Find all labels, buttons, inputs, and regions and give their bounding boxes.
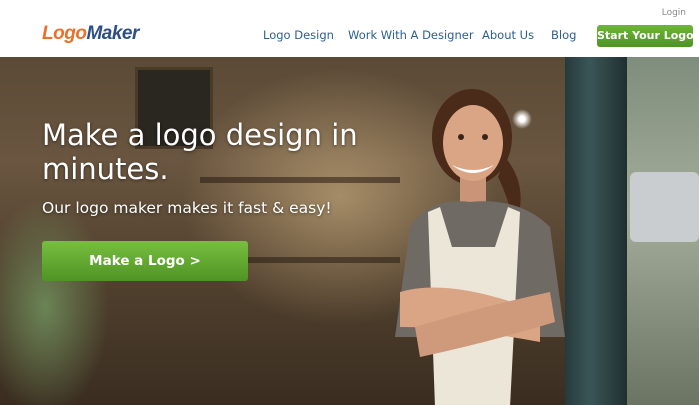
smiling-barista-photo bbox=[395, 89, 565, 405]
logomaker-logo[interactable]: LogoMaker bbox=[42, 23, 139, 45]
login-link[interactable]: Login bbox=[662, 8, 686, 18]
logo-part-logo: Logo bbox=[42, 23, 87, 44]
start-your-logo-button[interactable]: Start Your Logo bbox=[597, 25, 694, 47]
make-a-logo-button[interactable]: Make a Logo > bbox=[42, 241, 248, 281]
site-header: LogoMaker Login Logo Design Work With A … bbox=[0, 0, 699, 57]
logo-part-maker: Maker bbox=[86, 23, 139, 44]
hero-subheadline: Our logo maker makes it fast & easy! bbox=[42, 199, 332, 217]
hero-banner: Make a logo design in minutes. Our logo … bbox=[0, 57, 699, 405]
hero-headline: Make a logo design in minutes. bbox=[42, 118, 358, 186]
shop-door-frame bbox=[565, 57, 627, 405]
nav-logo-design[interactable]: Logo Design bbox=[263, 28, 334, 42]
nav-about-us[interactable]: About Us bbox=[482, 28, 534, 42]
nav-work-with-designer[interactable]: Work With A Designer bbox=[348, 28, 474, 42]
potted-plant bbox=[0, 197, 110, 405]
nav-blog[interactable]: Blog bbox=[551, 28, 576, 42]
espresso-machine bbox=[630, 172, 699, 242]
